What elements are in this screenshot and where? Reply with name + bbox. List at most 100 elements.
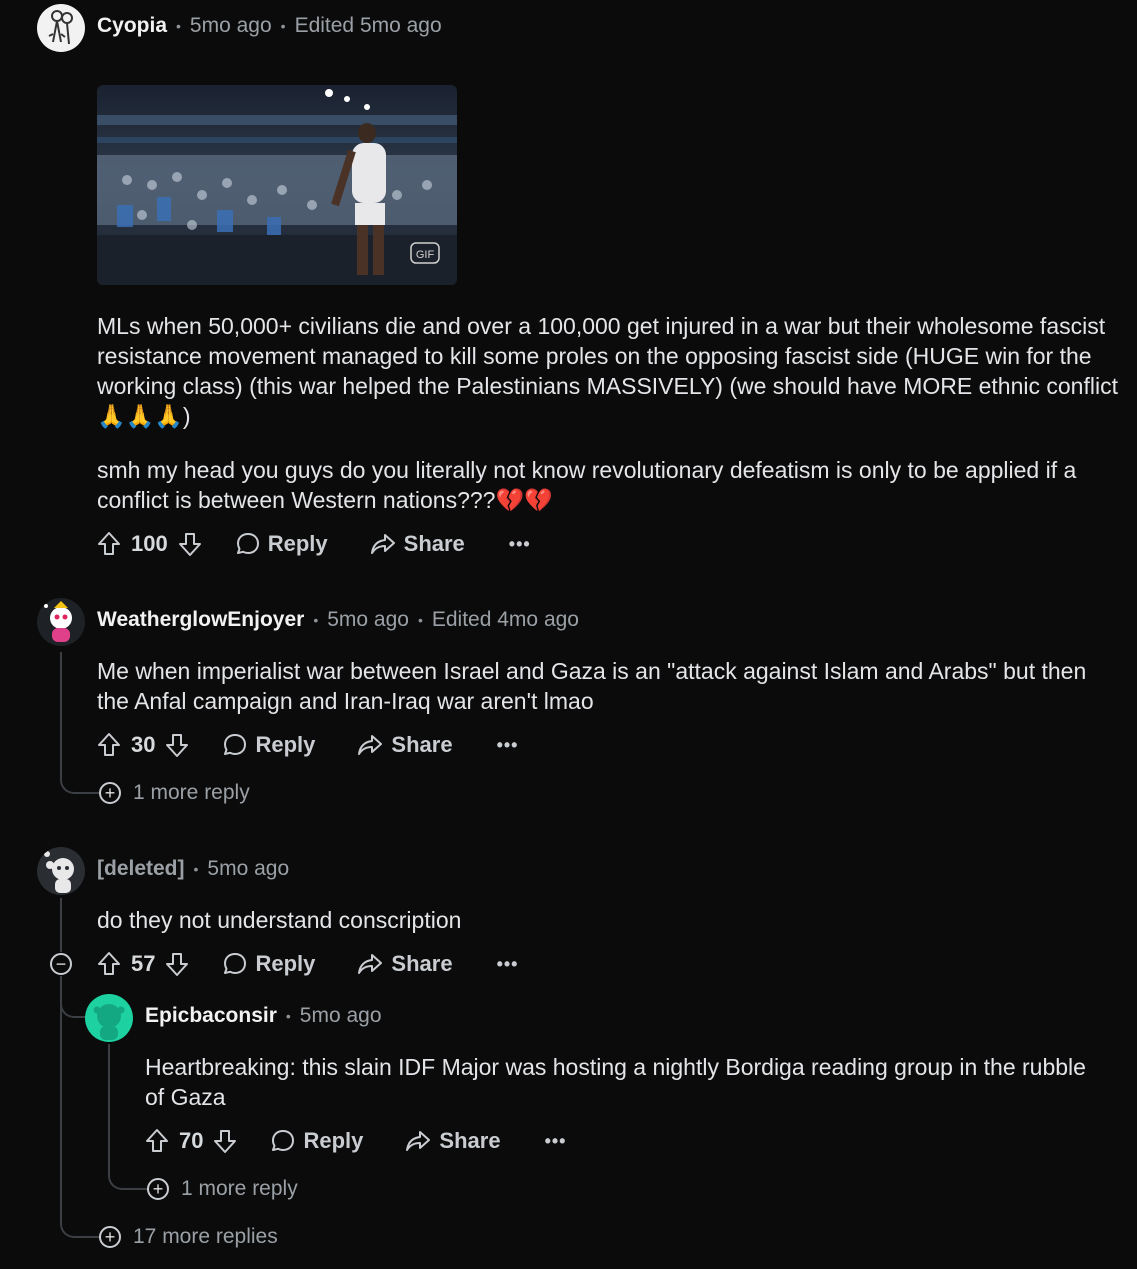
more-options-button[interactable]: •••	[545, 1131, 567, 1152]
upvote-button[interactable]	[145, 1128, 169, 1154]
gif-image[interactable]: GIF	[97, 85, 457, 285]
comment-body: MLs when 50,000+ civilians die and over …	[97, 311, 1127, 515]
basketball-gif-image: GIF	[97, 85, 457, 285]
downvote-button[interactable]	[178, 531, 202, 557]
downvote-button[interactable]	[165, 951, 189, 977]
vote-score: 57	[131, 951, 156, 976]
more-replies-label: 17 more replies	[133, 1225, 278, 1248]
more-replies-label: 1 more reply	[181, 1177, 298, 1200]
timestamp[interactable]: 5mo ago	[207, 857, 289, 881]
comment-meta: WeatherglowEnjoyer • 5mo ago • Edited 4m…	[97, 608, 579, 632]
downvote-button[interactable]	[213, 1128, 237, 1154]
reply-button[interactable]: Reply	[236, 531, 328, 557]
more-options-button[interactable]: •••	[497, 735, 519, 756]
vote-score: 30	[131, 732, 156, 757]
reply-button[interactable]: Reply	[223, 732, 315, 758]
vote-score: 70	[179, 1128, 204, 1153]
keys-avatar-icon	[48, 10, 73, 45]
reply-label: Reply	[303, 1128, 364, 1153]
separator-dot: •	[417, 612, 423, 628]
expand-icon: +	[99, 782, 121, 804]
separator-dot: •	[176, 18, 181, 34]
reply-icon	[224, 953, 247, 974]
thread-line-c4	[108, 1044, 110, 1164]
more-replies-link[interactable]: + 1 more reply	[99, 781, 250, 805]
upvote-button[interactable]	[97, 732, 121, 758]
avatar[interactable]	[37, 598, 85, 646]
reply-icon	[236, 533, 259, 554]
upvote-button[interactable]	[97, 951, 121, 977]
avatar[interactable]	[37, 4, 85, 52]
share-icon	[358, 954, 383, 974]
comment-paragraph: do they not understand conscription	[97, 907, 462, 933]
timestamp[interactable]: 5mo ago	[300, 1004, 382, 1028]
share-button[interactable]: Share	[357, 951, 453, 977]
more-options-button[interactable]: •••	[509, 534, 531, 555]
avatar[interactable]	[85, 994, 133, 1042]
collapse-thread-button[interactable]: −	[50, 953, 72, 975]
thread-connector-c2	[60, 762, 100, 794]
expand-icon: +	[147, 1178, 169, 1200]
comment-body: Me when imperialist war between Israel a…	[97, 656, 1107, 716]
thread-connector-c3-reply	[60, 980, 88, 1018]
comment-meta: [deleted] • 5mo ago	[97, 857, 289, 881]
timestamp[interactable]: 5mo ago	[190, 14, 272, 38]
share-button[interactable]: Share	[357, 732, 453, 758]
thread-line-c2	[60, 652, 62, 776]
separator-dot: •	[280, 18, 286, 34]
more-replies-label: 1 more reply	[133, 781, 250, 804]
edited-label: Edited 5mo ago	[294, 14, 442, 37]
share-icon	[370, 534, 395, 554]
thread-connector-c3-more	[60, 1206, 100, 1238]
share-icon	[406, 1131, 431, 1151]
avatar[interactable]	[37, 847, 85, 895]
share-button[interactable]: Share	[405, 1128, 501, 1154]
comment-paragraph: Heartbreaking: this slain IDF Major was …	[145, 1054, 1086, 1110]
comment-paragraph: smh my head you guys do you literally no…	[97, 457, 1077, 513]
upvote-icon	[98, 733, 120, 756]
username[interactable]: Cyopia	[97, 14, 167, 38]
reply-button[interactable]: Reply	[223, 951, 315, 977]
share-label: Share	[391, 732, 453, 757]
timestamp[interactable]: 5mo ago	[327, 608, 409, 632]
separator-dot: •	[313, 612, 319, 628]
more-replies-link[interactable]: + 17 more replies	[99, 1225, 278, 1249]
reply-label: Reply	[255, 732, 316, 757]
more-options-button[interactable]: •••	[497, 954, 519, 975]
separator-dot: •	[193, 861, 199, 877]
thread-line-c3	[60, 898, 62, 952]
action-bar: 30 Reply Share •••	[97, 729, 518, 761]
action-bar: 70 Reply Share •••	[145, 1125, 566, 1157]
username: [deleted]	[97, 857, 185, 880]
action-bar: 57 Reply Share •••	[97, 948, 518, 980]
more-replies-link[interactable]: + 1 more reply	[147, 1177, 298, 1201]
comment-body: do they not understand conscription	[97, 905, 1107, 935]
downvote-icon	[166, 734, 189, 757]
share-icon	[358, 735, 383, 755]
edited-label: Edited 4mo ago	[431, 608, 579, 631]
comment-meta: Cyopia • 5mo ago • Edited 5mo ago	[97, 14, 442, 38]
comment-body: Heartbreaking: this slain IDF Major was …	[145, 1052, 1105, 1112]
downvote-button[interactable]	[165, 732, 189, 758]
downvote-icon	[214, 1130, 237, 1153]
reply-label: Reply	[267, 531, 328, 556]
upvote-icon	[98, 532, 120, 555]
action-bar: 100 Reply Share •••	[97, 528, 531, 560]
downvote-icon	[166, 953, 189, 976]
reply-button[interactable]: Reply	[271, 1128, 363, 1154]
username[interactable]: WeatherglowEnjoyer	[97, 608, 304, 632]
reply-icon	[224, 734, 247, 755]
username[interactable]: Epicbaconsir	[145, 1004, 277, 1028]
thread-connector-c4-more	[108, 1158, 148, 1190]
upvote-icon	[146, 1129, 168, 1152]
expand-icon: +	[99, 1226, 121, 1248]
downvote-icon	[178, 533, 201, 556]
default-snoo-avatar-icon	[44, 851, 74, 893]
upvote-button[interactable]	[97, 531, 121, 557]
collapse-icon: −	[50, 953, 72, 975]
share-button[interactable]: Share	[370, 531, 465, 557]
gif-badge: GIF	[416, 249, 435, 261]
snoo-avatar-icon	[44, 601, 72, 642]
share-label: Share	[439, 1128, 501, 1153]
comment-meta: Epicbaconsir • 5mo ago	[145, 1004, 382, 1028]
